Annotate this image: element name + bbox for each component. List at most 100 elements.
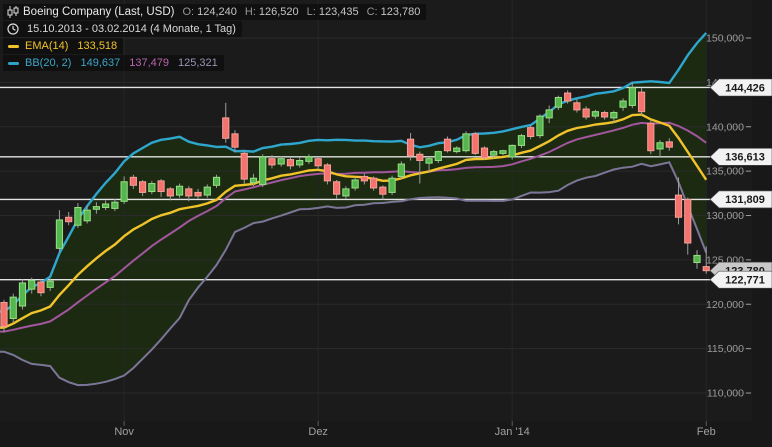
candle-down: [37, 281, 45, 294]
candle-up: [610, 112, 618, 119]
candle-down: [601, 112, 609, 118]
candle-up: [508, 144, 516, 158]
candle-up: [296, 159, 304, 166]
candle-down: [370, 177, 378, 189]
date-range-row: 15.10.2013 - 03.02.2014 (4 Monate, 1 Tag…: [3, 21, 242, 37]
candle-down: [674, 194, 683, 218]
candle-up: [536, 115, 544, 137]
clock-icon: [6, 23, 19, 36]
price-line-tag-label: 122,771: [725, 274, 765, 286]
open-label: O:: [182, 6, 195, 18]
candle-up: [55, 219, 64, 249]
candle-up: [259, 156, 267, 185]
candle-down: [157, 180, 165, 193]
x-axis-label: Nov: [114, 426, 134, 438]
bb-legend-row[interactable]: BB(20, 2) 149,637 137,479 125,321: [3, 55, 224, 71]
candle-up: [656, 142, 664, 150]
date-range-text: 15.10.2013 - 03.02.2014 (4 Monate, 1 Tag…: [27, 23, 236, 35]
candle-down: [527, 127, 535, 138]
candle-up: [591, 111, 599, 117]
candle-down: [406, 138, 415, 157]
candle-up: [453, 147, 461, 153]
candle-down: [231, 133, 239, 148]
candle-up: [619, 100, 627, 108]
x-axis-label: Dez: [308, 426, 328, 438]
candle-down: [360, 175, 368, 182]
candle-up: [111, 201, 119, 209]
candle-down: [582, 108, 590, 118]
y-axis-label: 115,000: [707, 343, 744, 355]
ema-legend-row[interactable]: EMA(14) 133,518: [3, 38, 124, 54]
ema-name: EMA(14): [25, 40, 69, 52]
candle-down: [647, 122, 655, 152]
bb-lower-value: 125,321: [178, 57, 218, 69]
y-axis-label: 110,000: [707, 388, 744, 400]
y-axis-label: 120,000: [706, 299, 744, 311]
candle-up: [628, 87, 636, 106]
candle-down: [665, 141, 673, 148]
candle-down: [333, 181, 341, 195]
candle-down: [268, 158, 276, 166]
high-label: H:: [244, 6, 256, 18]
candle-up: [92, 206, 101, 210]
candle-up: [545, 109, 553, 119]
candle-up: [102, 203, 110, 209]
candle-down: [194, 191, 202, 197]
candle-up: [434, 151, 442, 161]
candle-up: [517, 135, 526, 146]
candle-down: [684, 199, 692, 244]
candle-up: [18, 282, 27, 307]
chart-window: 110,000 115,000 120,000 125,000 130,000 135,0…: [0, 0, 772, 447]
candle-up: [305, 156, 313, 162]
close-label: C:: [366, 6, 378, 18]
candle-up: [28, 279, 36, 290]
price-line-tag-label: 131,809: [725, 194, 765, 206]
close-value: 123,780: [380, 6, 421, 18]
high-value: 126,520: [258, 6, 299, 18]
bb-middle-value: 137,479: [129, 57, 169, 69]
y-axis-label: 150,000: [706, 33, 744, 45]
chart-legend: Boeing Company (Last, USD) O: 124,240 H:…: [3, 4, 427, 71]
instrument-title: Boeing Company (Last, USD): [23, 6, 175, 18]
candle-down: [222, 117, 230, 139]
candle-down: [314, 158, 322, 167]
candle-down: [637, 91, 646, 113]
candle-down: [443, 138, 452, 152]
candle-up: [46, 280, 54, 288]
candle-down: [564, 92, 572, 102]
candle-up: [203, 186, 211, 196]
candle-up: [148, 183, 156, 193]
low-value: 123,435: [318, 6, 359, 18]
candle-up: [397, 163, 405, 177]
candle-up: [554, 96, 562, 108]
candle-up: [249, 177, 258, 184]
bb-name: BB(20, 2): [25, 57, 72, 69]
price-line-tag-label: 144,426: [725, 82, 765, 94]
candle-down: [416, 153, 424, 161]
candle-up: [74, 207, 82, 226]
candle-up: [388, 177, 396, 193]
candle-up: [120, 181, 128, 202]
open-value: 124,240: [197, 6, 237, 18]
candle-up: [462, 133, 470, 152]
y-axis-label: 130,000: [706, 210, 744, 222]
low-label: L:: [306, 6, 316, 18]
candle-up: [499, 150, 507, 154]
candle-up: [277, 158, 285, 165]
candle-down: [65, 216, 73, 223]
candle-up: [175, 185, 184, 196]
candle-down: [573, 102, 581, 111]
candle-down: [0, 301, 8, 327]
candle-up: [212, 176, 221, 186]
candle-up: [83, 209, 91, 222]
candle-down: [139, 181, 147, 193]
ema-value: 133,518: [77, 40, 118, 52]
bb-color-swatch: [8, 61, 19, 65]
candle-down: [129, 176, 137, 186]
candle-up: [490, 151, 498, 156]
instrument-row[interactable]: Boeing Company (Last, USD) O: 124,240 H:…: [3, 4, 427, 20]
candle-down: [702, 266, 710, 272]
candle-down: [480, 147, 489, 159]
right-axis-strip: [752, 0, 772, 447]
candle-down: [379, 186, 387, 195]
